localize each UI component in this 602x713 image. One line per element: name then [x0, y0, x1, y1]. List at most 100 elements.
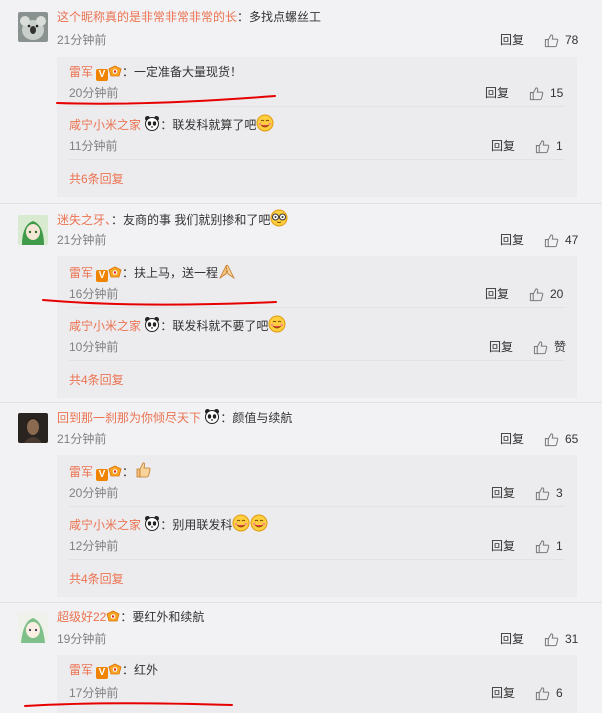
like-button[interactable]: 65	[544, 430, 578, 448]
reply-button[interactable]: 回复	[500, 430, 524, 448]
comment-timestamp: 21分钟前	[57, 432, 107, 446]
comment-timestamp: 21分钟前	[57, 33, 107, 47]
like-count: 1	[556, 139, 563, 153]
like-button[interactable]: 6	[535, 684, 563, 702]
more-replies-link[interactable]: 共6条回复	[69, 170, 124, 188]
avatar[interactable]	[18, 613, 48, 643]
avatar[interactable]	[18, 12, 48, 42]
glasses-emoji-icon	[270, 209, 288, 227]
divider	[69, 506, 565, 507]
comment-text: ：多找点螺丝工	[237, 10, 322, 24]
smile-emoji-icon	[268, 315, 286, 333]
like-button[interactable]: 3	[535, 484, 563, 502]
reply-username[interactable]: 雷军	[69, 266, 93, 280]
reply-button[interactable]: 回复	[485, 285, 509, 303]
thumbs-up-icon	[544, 632, 559, 647]
reply-text: ：一定准备大量现货！	[122, 65, 243, 79]
thumbs-up-icon	[535, 539, 550, 554]
level-badge-icon	[108, 465, 122, 477]
like-button[interactable]: 47	[544, 231, 578, 249]
thumbs-up-icon	[544, 233, 559, 248]
comment-username[interactable]: 迷失之牙、	[57, 213, 111, 227]
like-count: 1	[556, 539, 563, 553]
divider	[69, 559, 565, 560]
thumbs-up-icon	[544, 432, 559, 447]
vip-badge-icon: V	[96, 270, 109, 282]
reply-text: ：别用联发科	[160, 518, 233, 532]
thumbs-up-icon	[535, 486, 550, 501]
vip-badge-icon: V	[96, 667, 109, 679]
reply-button[interactable]: 回复	[491, 137, 515, 155]
reply-username[interactable]: 咸宁小米之家	[69, 518, 141, 532]
comment-username[interactable]: 超级好22	[57, 610, 106, 624]
reply-username[interactable]: 雷军	[69, 663, 93, 677]
thumbs-up-icon	[535, 686, 550, 701]
like-count: 15	[550, 86, 564, 100]
reply-username[interactable]: 咸宁小米之家	[69, 118, 141, 132]
reply-button[interactable]: 回复	[500, 231, 524, 249]
like-count: 20	[550, 287, 564, 301]
replies-panel: 雷军 V ：扶上马，送一程 16分钟前 回复 20 咸宁小米之家 ：联发科就不要了吧…	[57, 256, 577, 398]
reply-button[interactable]: 回复	[500, 31, 524, 49]
thumbs-up-icon	[533, 340, 548, 355]
comment-text: ：要红外和续航	[120, 610, 205, 624]
like-button[interactable]: 20	[529, 285, 563, 303]
comment-timestamp: 19分钟前	[57, 632, 107, 646]
more-replies-link[interactable]: 共4条回复	[69, 570, 124, 588]
annotation-underline	[42, 299, 277, 306]
thumbs-up-icon	[529, 86, 544, 101]
like-count: 6	[556, 686, 563, 700]
reply-button[interactable]: 回复	[491, 537, 515, 555]
comment-item: 回到那一刹那为你倾尽天下 ：颜值与续航 21分钟前 回复 65 雷军 V ： 20分…	[0, 403, 602, 603]
thumbs-up-icon	[544, 33, 559, 48]
panda-badge-icon	[204, 408, 220, 424]
comment-username[interactable]: 这个昵称真的是非常非常非常的长	[57, 10, 237, 24]
panda-badge-icon	[144, 316, 160, 332]
like-button[interactable]: 赞	[533, 338, 566, 356]
reply-username[interactable]: 雷军	[69, 65, 93, 79]
like-count: 31	[565, 632, 579, 646]
like-button[interactable]: 15	[529, 84, 563, 102]
smile-emoji-icon	[256, 114, 274, 132]
replies-panel: 雷军 V ：一定准备大量现货！ 20分钟前 回复 15 咸宁小米之家 ：联发科就算了…	[57, 57, 577, 197]
like-button[interactable]: 1	[535, 137, 563, 155]
panda-badge-icon	[144, 115, 160, 131]
reply-username[interactable]: 咸宁小米之家	[69, 319, 141, 333]
reply-text: ：	[122, 465, 135, 479]
avatar[interactable]	[18, 215, 48, 245]
smile-emoji-icon	[232, 514, 250, 532]
panda-badge-icon	[144, 515, 160, 531]
reply-text: ：扶上马，送一程	[122, 266, 219, 280]
thumbs-up-icon	[529, 287, 544, 302]
level-badge-icon	[108, 65, 122, 77]
divider	[69, 159, 565, 160]
comment-username[interactable]: 回到那一刹那为你倾尽天下	[57, 411, 201, 425]
comment-timestamp: 21分钟前	[57, 233, 107, 247]
reply-button[interactable]: 回复	[491, 484, 515, 502]
level-badge-icon	[108, 663, 122, 675]
like-button[interactable]: 1	[535, 537, 563, 555]
reply-timestamp: 11分钟前	[69, 139, 118, 153]
like-button[interactable]: 31	[544, 630, 578, 648]
reply-username[interactable]: 雷军	[69, 465, 93, 479]
reply-button[interactable]: 回复	[500, 630, 524, 648]
like-count: 78	[565, 33, 579, 47]
reply-timestamp: 10分钟前	[69, 340, 119, 354]
thumbs-up-emoji-icon	[134, 461, 152, 479]
level-badge-icon	[106, 610, 120, 622]
reply-text: ：联发科就算了吧	[160, 118, 257, 132]
replies-panel: 雷军 V ： 20分钟前 回复 3 咸宁小米之家 ：别用联发科 12分钟前 回复 1…	[57, 455, 577, 597]
reply-button[interactable]: 回复	[489, 338, 513, 356]
like-button[interactable]: 78	[544, 31, 578, 49]
more-replies-link[interactable]: 共4条回复	[69, 371, 124, 389]
reply-button[interactable]: 回复	[491, 684, 515, 702]
comment-text: ：颜值与续航	[220, 411, 293, 425]
annotation-underline	[56, 95, 276, 105]
reply-button[interactable]: 回复	[485, 84, 509, 102]
annotation-underline	[24, 702, 233, 707]
like-count: 65	[565, 432, 579, 446]
divider	[69, 360, 565, 361]
avatar[interactable]	[18, 413, 48, 443]
reply-timestamp: 12分钟前	[69, 539, 119, 553]
smile-emoji-icon	[250, 514, 268, 532]
